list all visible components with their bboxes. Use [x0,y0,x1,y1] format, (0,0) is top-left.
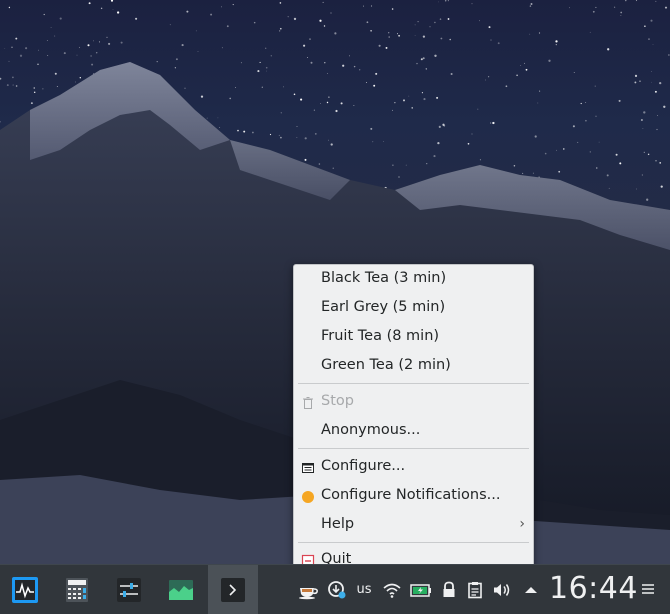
task-terminal[interactable] [208,565,258,614]
menu-separator [298,448,529,449]
calculator-icon [66,577,88,602]
keyboard-layout-indicator[interactable]: us [352,565,376,614]
menu-item-label: Configure... [321,458,406,474]
lock-icon [443,581,455,597]
menu-item-help[interactable]: Help › [294,513,533,539]
volume-icon [494,583,510,596]
tray-volume[interactable] [490,565,514,614]
menu-item-anonymous[interactable]: Anonymous... [294,419,533,445]
menu-item-label: Black Tea (3 min) [321,270,447,286]
tray-tea-timer[interactable] [296,565,320,614]
notification-icon [302,491,314,503]
updates-icon [328,580,346,598]
wifi-icon [383,583,401,598]
task-system-monitor[interactable] [0,565,50,614]
menu-item-tea-1[interactable]: Earl Grey (5 min) [294,296,533,322]
menu-item-tea-0[interactable]: Black Tea (3 min) [294,267,533,293]
menu-item-configure-notifications[interactable]: Configure Notifications... [294,484,533,510]
battery-icon [410,583,431,597]
system-monitor-icon [12,576,38,603]
tray-updates[interactable] [326,565,348,614]
tray-clipboard[interactable] [464,565,486,614]
terminal-icon [221,577,245,602]
task-calculator[interactable] [52,565,102,614]
configure-icon [302,463,314,473]
show-hidden-arrow-icon [525,586,537,593]
task-settings[interactable] [104,565,154,614]
trash-icon [303,397,313,409]
menu-separator [298,383,529,384]
tray-expander[interactable] [520,565,542,614]
graph-icon [169,579,193,600]
keyboard-layout-label: us [356,582,372,597]
panel-menu-icon[interactable] [641,582,655,596]
menu-item-label: Configure Notifications... [321,487,501,503]
menu-item-label: Fruit Tea (8 min) [321,328,440,344]
menu-separator [298,542,529,543]
tea-timer-context-menu: Black Tea (3 min) Earl Grey (5 min) Frui… [293,264,534,574]
clipboard-icon [468,581,482,598]
menu-item-label: Anonymous... [321,422,421,438]
taskbar-panel: us 16:44 [0,564,670,614]
tray-network[interactable] [380,565,404,614]
menu-item-label: Green Tea (2 min) [321,357,451,373]
digital-clock[interactable]: 16:44 [549,571,638,606]
menu-item-tea-2[interactable]: Fruit Tea (8 min) [294,325,533,351]
menu-item-tea-3[interactable]: Green Tea (2 min) [294,354,533,380]
menu-item-label: Help [321,516,355,532]
settings-sliders-icon [117,577,141,602]
menu-item-label: Stop [321,393,354,409]
menu-item-label: Earl Grey (5 min) [321,299,446,315]
tea-cup-icon [299,587,318,599]
task-graph[interactable] [156,565,206,614]
menu-item-stop[interactable]: Stop [294,390,533,416]
menu-item-configure[interactable]: Configure... [294,455,533,481]
tray-battery[interactable] [408,565,434,614]
tray-lock[interactable] [438,565,460,614]
chevron-right-icon: › [519,516,525,532]
